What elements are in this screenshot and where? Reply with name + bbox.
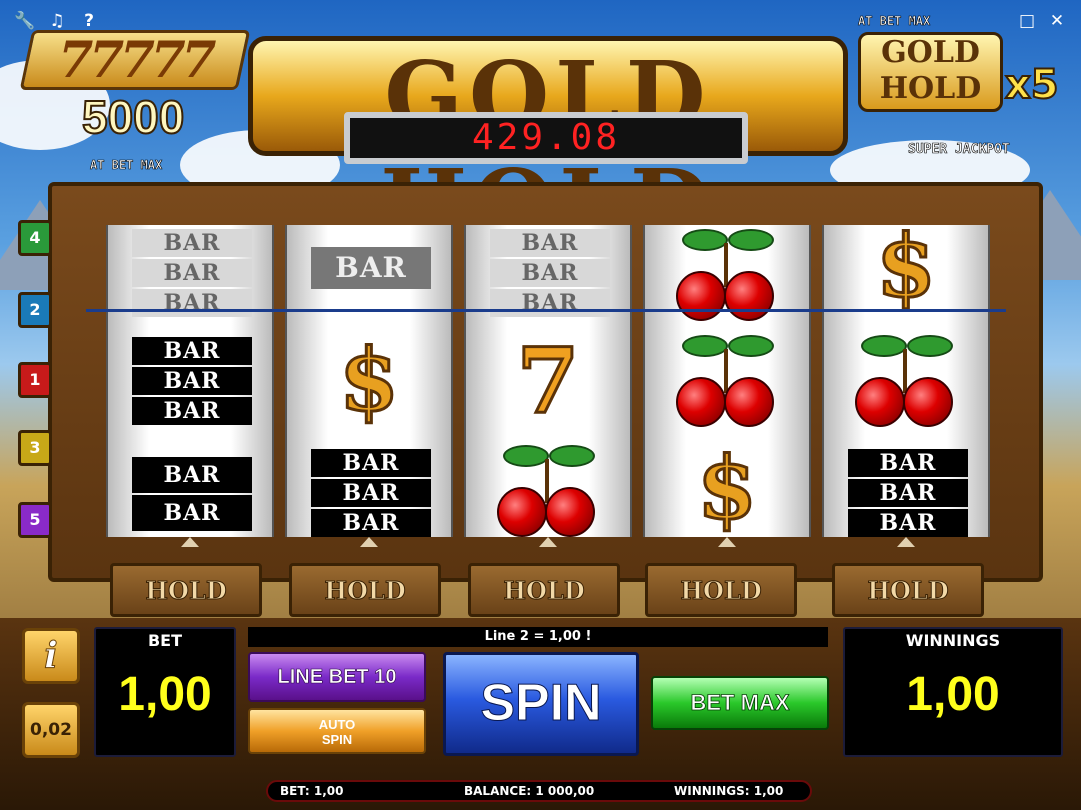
winnings-box: WINNINGS 1,00	[843, 627, 1063, 757]
bar-symbol: BAR BAR BAR	[132, 229, 252, 319]
cherry-symbol	[645, 225, 809, 321]
status-bar: BET: 1,00 BALANCE: 1 000,00 WINNINGS: 1,…	[266, 780, 812, 802]
line-bet-button[interactable]: LINE BET 10	[248, 652, 426, 702]
status-winnings: WINNINGS: 1,00	[674, 784, 784, 798]
hold-button-2[interactable]: HOLD	[289, 563, 441, 617]
sound-icon[interactable]: ♫	[46, 10, 68, 32]
payline-flag[interactable]: 5	[18, 502, 52, 538]
jackpot-amount: 5000	[81, 90, 185, 144]
message-bar: Line 2 = 1,00 !	[248, 627, 828, 647]
reel-2: BAR $ BAR BAR BAR	[285, 225, 453, 537]
super-jackpot-caption: SUPER JACKPOT	[908, 142, 1010, 158]
seven-symbol: 7	[515, 328, 581, 434]
bar-symbol: BAR BAR	[132, 457, 252, 533]
reel-1: BAR BAR BAR BAR BAR BAR BAR BAR	[106, 225, 274, 537]
cherry-symbol	[824, 331, 988, 427]
hold-arrow-icon	[181, 537, 199, 547]
dollar-symbol: $	[696, 438, 759, 539]
reel-3: BAR BAR BAR 7	[464, 225, 632, 537]
winnings-value: 1,00	[906, 668, 1000, 721]
winning-payline	[86, 309, 1006, 312]
dollar-symbol: $	[875, 216, 938, 317]
payline-flag[interactable]: 3	[18, 430, 52, 466]
hold-arrow-icon	[897, 537, 915, 547]
status-bet: BET: 1,00	[280, 784, 344, 798]
bet-title: BET	[147, 631, 183, 650]
hold-arrow-icon	[360, 537, 378, 547]
hold-button-4[interactable]: HOLD	[645, 563, 797, 617]
bet-value: 1,00	[118, 668, 212, 721]
coin-value-button[interactable]: 0,02	[22, 702, 80, 758]
spin-button[interactable]: SPIN	[443, 652, 639, 756]
reel-4: $	[643, 225, 811, 539]
payline-flag[interactable]: 2	[18, 292, 52, 328]
close-icon[interactable]: ✕	[1046, 10, 1068, 32]
bar-symbol: BAR	[311, 247, 431, 291]
window-icon[interactable]: □	[1016, 10, 1038, 32]
super-jackpot-caption-top: AT BET MAX	[858, 14, 931, 29]
hold-arrow-icon	[539, 537, 557, 547]
hold-button-1[interactable]: HOLD	[110, 563, 262, 617]
jackpot-counter: 429.08	[344, 112, 748, 164]
auto-spin-button[interactable]: AUTO SPIN	[248, 708, 426, 754]
bar-symbol: BAR BAR BAR	[311, 449, 431, 539]
sevens-jackpot-logo: 77777	[19, 30, 251, 90]
bar-symbol: BAR BAR BAR	[848, 449, 968, 539]
wrench-icon[interactable]: 🔧	[14, 10, 36, 32]
bar-symbol: BAR BAR BAR	[132, 337, 252, 427]
dollar-symbol: $	[338, 330, 401, 431]
auto-spin-label-1: AUTO	[318, 717, 356, 732]
hold-button-3[interactable]: HOLD	[468, 563, 620, 617]
info-button[interactable]: i	[22, 628, 80, 684]
auto-spin-label-2: SPIN	[321, 732, 353, 747]
hold-arrow-icon	[718, 537, 736, 547]
status-balance: BALANCE: 1 000,00	[464, 784, 595, 798]
help-icon[interactable]: ?	[78, 10, 100, 32]
jackpot-multiplier: x5	[1004, 61, 1060, 109]
cherry-symbol	[466, 441, 630, 537]
winnings-title: WINNINGS	[905, 631, 1001, 650]
reel-5: $ BAR BAR BAR	[822, 217, 990, 539]
bar-symbol: BAR BAR BAR	[490, 229, 610, 319]
mini-game-logo: GOLD HOLD	[858, 32, 1003, 112]
payline-flag[interactable]: 4	[18, 220, 52, 256]
bet-box: BET 1,00	[94, 627, 236, 757]
bet-max-button[interactable]: BET MAX	[651, 676, 829, 730]
payline-flag[interactable]: 1	[18, 362, 52, 398]
jackpot-caption: AT BET MAX	[90, 158, 163, 173]
cherry-symbol	[645, 331, 809, 427]
hold-button-5[interactable]: HOLD	[832, 563, 984, 617]
